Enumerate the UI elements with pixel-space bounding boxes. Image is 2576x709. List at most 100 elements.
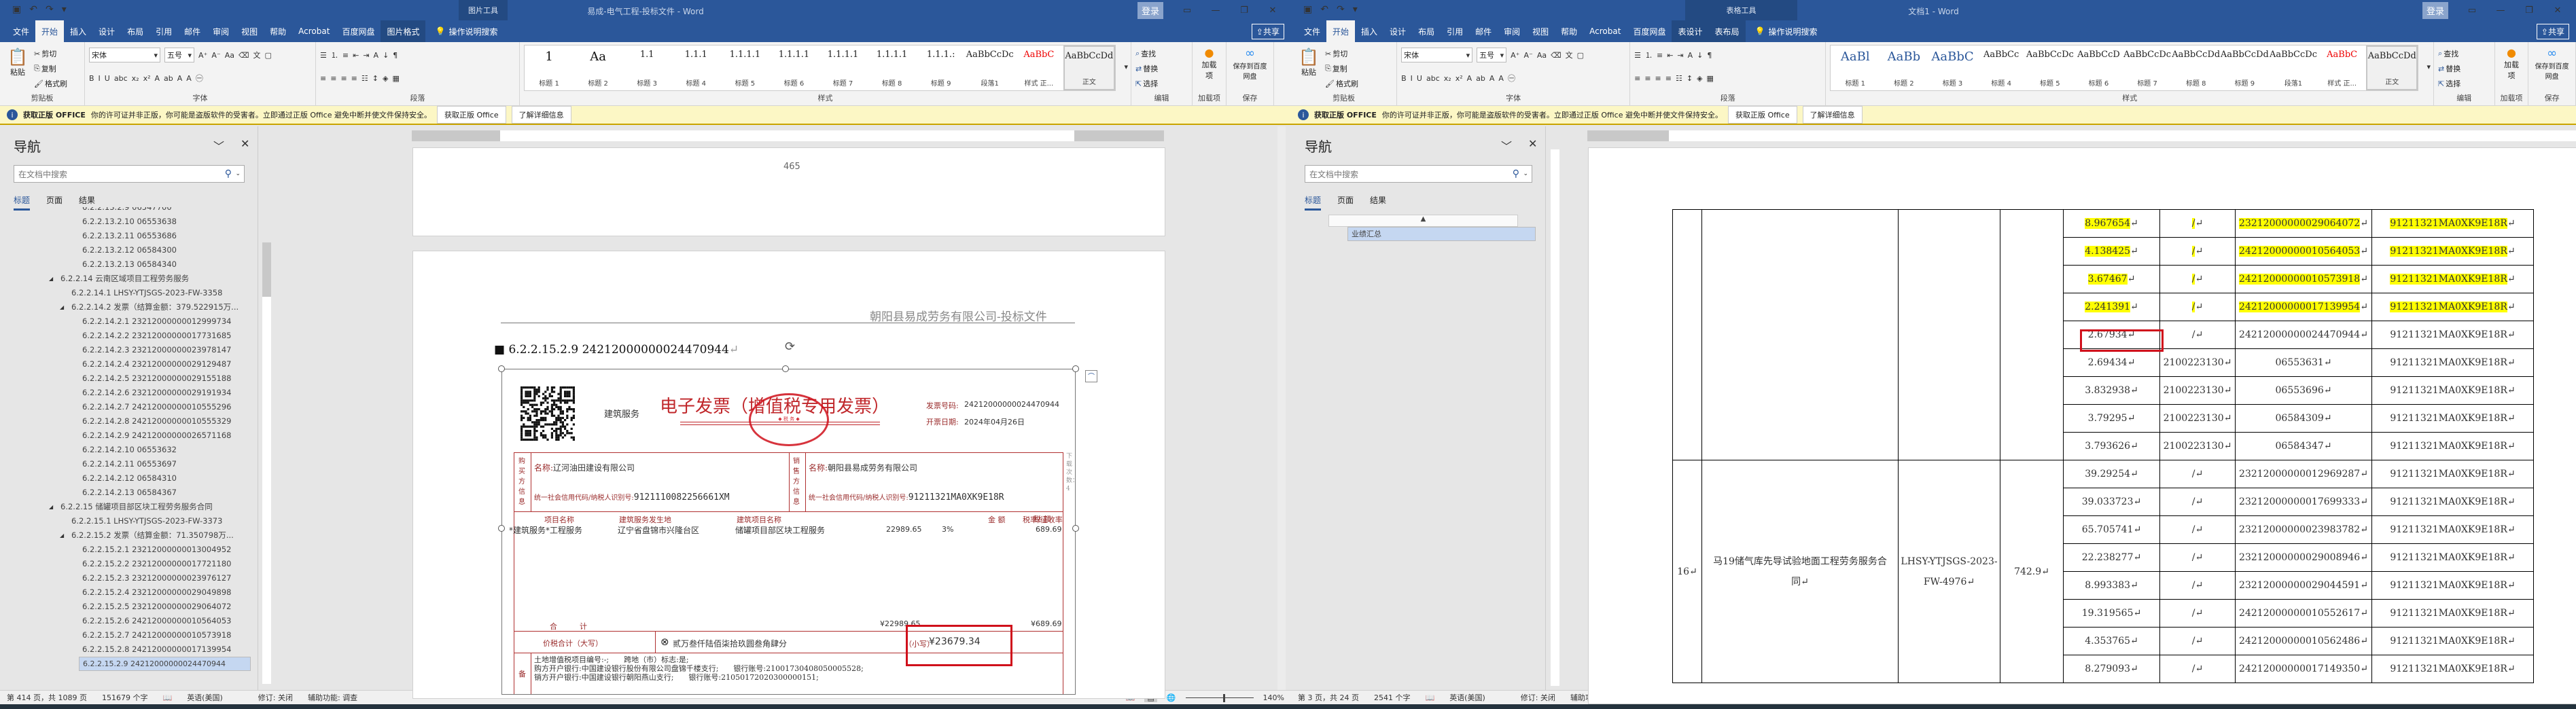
nav-item[interactable]: 6.2.2.14.2.7 24212000000010555296 xyxy=(0,400,251,414)
cut-button[interactable]: ✂ 剪切 xyxy=(1325,46,1358,61)
style-6[interactable]: 1.1.1.1 标题 7 xyxy=(818,46,867,90)
highlight-icon[interactable]: ab xyxy=(1476,74,1485,83)
tab-9[interactable]: 帮助 xyxy=(264,20,292,42)
save-icon[interactable]: ▣ xyxy=(12,4,21,15)
search-options-chevron-icon[interactable]: ⌄ xyxy=(235,170,241,177)
nav-options-chevron-icon[interactable]: ﹀ xyxy=(213,137,224,153)
table-cell[interactable]: /↵ xyxy=(2159,655,2236,683)
phonetic-guide-icon[interactable]: 文 xyxy=(253,50,261,60)
login-button[interactable]: 登录 xyxy=(1137,1,1163,19)
multilevel-list-icon[interactable]: ≡ xyxy=(342,51,349,60)
nav-heading-tree[interactable]: 6.2.2.13.2.9 06547700 6.2.2.13.2.10 06553… xyxy=(0,207,251,686)
nav-item[interactable]: 6.2.2.15.2.3 23212000000023976127 xyxy=(0,571,251,585)
increase-indent-icon[interactable]: ⇥ xyxy=(363,51,369,60)
nav-item[interactable]: 6.2.2.13.2.9 06547700 xyxy=(0,207,251,215)
bullets-icon[interactable]: ☰ xyxy=(1634,51,1641,60)
save-baidu-button[interactable]: ∞ 保存到百度网盘 xyxy=(1231,46,1269,81)
table-cell[interactable]: 91211321MA0XK9E18R↵ xyxy=(2371,209,2534,238)
style-0[interactable]: 1 标题 1 xyxy=(525,46,574,90)
status-page[interactable]: 第 414 页，共 1089 页 xyxy=(7,692,87,703)
style-1[interactable]: AaBb 标题 2 xyxy=(1880,46,1928,90)
align-left-icon[interactable]: ≡ xyxy=(1634,74,1640,83)
align-left-icon[interactable]: ≡ xyxy=(320,74,326,83)
status-words[interactable]: 2541 个字 xyxy=(1374,692,1411,703)
table-cell[interactable]: 24212000000010564053↵ xyxy=(2235,237,2372,266)
table-cell[interactable] xyxy=(1701,209,1899,460)
table-cell[interactable]: 22.238277↵ xyxy=(2063,543,2160,572)
contract-no-cell[interactable]: 16↵ xyxy=(1672,460,1702,683)
nav-search-input[interactable]: 在文档中搜索 ⚲ ⌄ xyxy=(14,165,245,183)
table-cell[interactable] xyxy=(1672,209,1702,460)
sort-icon[interactable]: ↓ xyxy=(383,51,389,60)
close-icon[interactable]: ✕ xyxy=(1258,5,1287,16)
style-11[interactable]: AaBbCcDd 正文 xyxy=(2366,46,2418,90)
nav-item[interactable]: 6.2.2.14.2.6 23212000000029191934 xyxy=(0,386,251,400)
nav-item[interactable]: 6.2.2.14.2.1 23212000000012999734 xyxy=(0,314,251,329)
nav-item[interactable]: 6.2.2.14.2.2 23212000000017731685 xyxy=(0,329,251,343)
paste-button[interactable]: 📋 粘贴 xyxy=(5,48,30,77)
status-lang[interactable]: 英语(美国) xyxy=(187,692,223,703)
font-color-icon[interactable]: A xyxy=(177,74,183,83)
table-cell[interactable]: 91211321MA0XK9E18R↵ xyxy=(2371,599,2534,628)
table-cell[interactable]: 91211321MA0XK9E18R↵ xyxy=(2371,348,2534,377)
table-cell[interactable]: 2100223130↵ xyxy=(2159,376,2236,405)
contract-code-cell[interactable]: LHSY-YTJSGS-2023-FW-4976↵ xyxy=(1898,460,2000,683)
table-cell[interactable]: 23212000000012969287↵ xyxy=(2235,460,2372,488)
table-cell[interactable]: 91211321MA0XK9E18R↵ xyxy=(2371,488,2534,516)
tab-3[interactable]: 设计 xyxy=(92,20,121,42)
context-tab-0[interactable]: 表设计 xyxy=(1672,20,1709,42)
get-genuine-button[interactable]: 获取正版 Office xyxy=(437,106,506,124)
find-button[interactable]: ⌕ 查找 xyxy=(1135,46,1188,61)
status-page[interactable]: 第 3 页，共 24 页 xyxy=(1298,692,1359,703)
copy-button[interactable]: ⎘ 复制 xyxy=(34,61,67,76)
italic-icon[interactable]: I xyxy=(1411,74,1413,83)
grow-font-icon[interactable]: A⁺ xyxy=(1511,51,1519,60)
gallery-more-icon[interactable]: ▾ xyxy=(2427,62,2431,71)
table-cell[interactable]: 91211321MA0XK9E18R↵ xyxy=(2371,265,2534,293)
nav-item[interactable]: 6.2.2.14.2.3 23212000000023978147 xyxy=(0,343,251,357)
style-5[interactable]: 1.1.1.1 标题 6 xyxy=(769,46,818,90)
tab-10[interactable]: Acrobat xyxy=(1583,20,1627,42)
customize-quick-access-icon[interactable]: ▾ xyxy=(62,4,67,15)
collapse-up-button[interactable]: ▲ xyxy=(1328,215,1518,227)
phonetic-guide-icon[interactable]: 文 xyxy=(1566,50,1573,60)
tab-1[interactable]: 开始 xyxy=(1326,20,1356,42)
heading-paragraph[interactable]: ■ 6.2.2.15.2.9 24212000000024470944↵ xyxy=(494,343,739,357)
style-9[interactable]: AaBbCcDc 段落1 xyxy=(2269,46,2318,90)
show-marks-icon[interactable]: ¶ xyxy=(393,51,398,60)
copy-button[interactable]: ⎘ 复制 xyxy=(1325,61,1358,76)
zoom-level[interactable]: 140% xyxy=(1263,693,1284,702)
superscript-icon[interactable]: x² xyxy=(143,74,151,83)
align-right-icon[interactable]: ≡ xyxy=(1655,74,1661,83)
table-cell[interactable]: /↵ xyxy=(2159,321,2236,349)
replace-button[interactable]: ⇄ 替换 xyxy=(2438,61,2490,76)
vertical-ruler[interactable] xyxy=(262,242,271,684)
status-track[interactable]: 修订: 关闭 xyxy=(258,692,293,703)
nav-item[interactable]: 6.2.2.13.2.10 06553638 xyxy=(0,215,251,229)
nav-heading-tree[interactable]: ▲ 业绩汇总 xyxy=(1291,207,1538,686)
style-11[interactable]: AaBbCcDd 正文 xyxy=(1063,46,1115,90)
style-9[interactable]: AaBbCcDc 段落1 xyxy=(966,46,1014,90)
asian-layout-icon[interactable]: A xyxy=(1688,51,1693,60)
strikethrough-icon[interactable]: abc xyxy=(1426,74,1440,83)
tab-3[interactable]: 设计 xyxy=(1383,20,1412,42)
maximize-icon[interactable]: ❐ xyxy=(2515,5,2543,16)
table-cell[interactable]: 91211321MA0XK9E18R↵ xyxy=(2371,627,2534,655)
table-cell[interactable]: 24212000000024470944↵ xyxy=(2235,321,2372,349)
style-4[interactable]: AaBbCcDc 标题 5 xyxy=(2026,46,2075,90)
nav-item[interactable]: 6.2.2.14.2.4 23212000000029129487 xyxy=(0,357,251,371)
nav-item[interactable]: 6.2.2.14.2.8 24212000000010555329 xyxy=(0,414,251,429)
tab-5[interactable]: 引用 xyxy=(149,20,178,42)
align-right-icon[interactable]: ≡ xyxy=(340,74,347,83)
table-cell[interactable]: 4.138425↵ xyxy=(2063,237,2160,266)
paste-button[interactable]: 📋 粘贴 xyxy=(1296,48,1321,77)
login-button[interactable]: 登录 xyxy=(2422,1,2448,19)
tab-6[interactable]: 邮件 xyxy=(1469,20,1498,42)
table-cell[interactable]: /↵ xyxy=(2159,293,2236,321)
table-cell[interactable]: 2.69434↵ xyxy=(2063,348,2160,377)
table-cell[interactable]: 91211321MA0XK9E18R↵ xyxy=(2371,404,2534,433)
text-effects-icon[interactable]: A xyxy=(154,74,160,83)
learn-more-button[interactable]: 了解详细信息 xyxy=(1802,106,1863,124)
table-cell[interactable]: 2100223130↵ xyxy=(2159,348,2236,377)
nav-item[interactable]: 6.2.2.15.2.8 24212000000017139954 xyxy=(0,642,251,657)
